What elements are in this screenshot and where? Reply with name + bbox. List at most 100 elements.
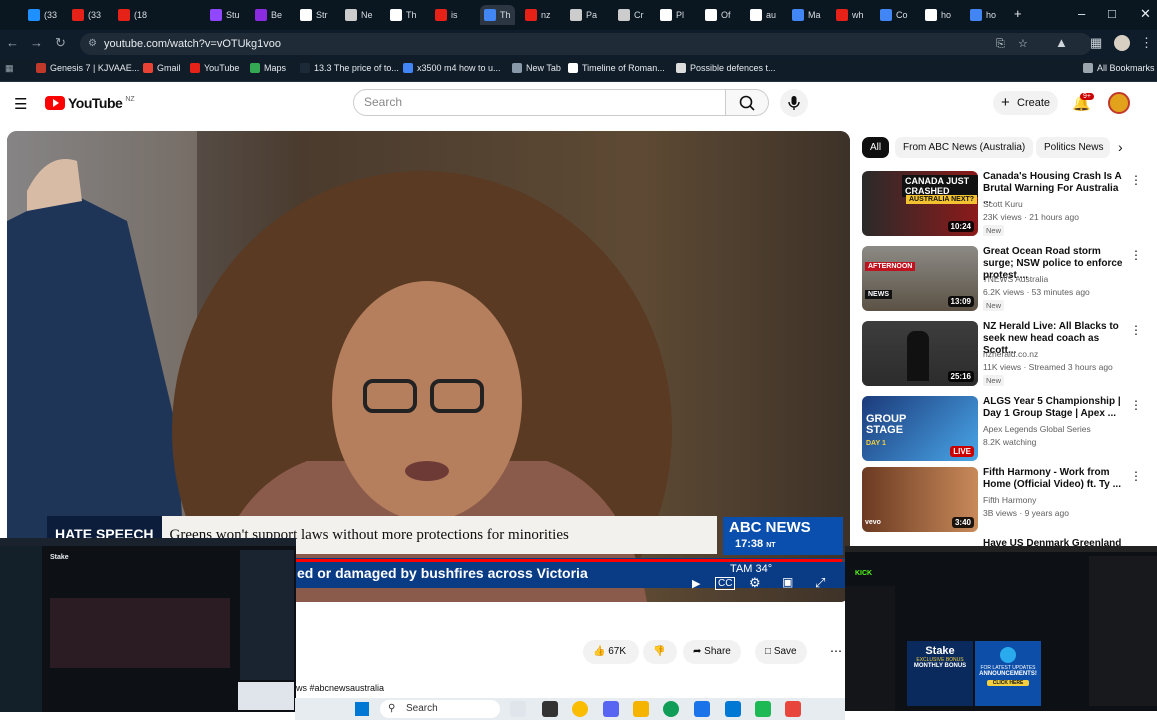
avatar[interactable] xyxy=(1108,92,1130,114)
share-icon: ➦ xyxy=(693,646,702,657)
video-player[interactable]: HATE SPEECH Greens won't support laws wi… xyxy=(7,131,850,602)
google-icon xyxy=(403,63,413,73)
minimize-icon[interactable]: – xyxy=(1078,6,1085,21)
search-input[interactable]: Search xyxy=(353,89,726,116)
bookmark-favicon-icon xyxy=(36,63,46,73)
bookmark-8[interactable]: Possible defences t... xyxy=(676,63,776,73)
list-item[interactable]: 25:16 NZ Herald Live: All Blacks to seek… xyxy=(862,321,1147,387)
reload-icon[interactable]: ↻ xyxy=(55,35,66,51)
app-icon[interactable] xyxy=(755,701,771,717)
bookmark-1[interactable]: Gmail xyxy=(143,63,181,73)
bookmark-5[interactable]: x3500 m4 how to u... xyxy=(403,63,501,73)
tab-4[interactable]: Be xyxy=(255,5,282,25)
video-thumbnail[interactable]: AFTERNOON NEWS 13:09 xyxy=(862,246,978,311)
list-item[interactable]: CANADA JUST CRASHED AUSTRALIA NEXT? 10:2… xyxy=(862,171,1147,237)
tab-1[interactable]: (33 xyxy=(72,5,101,25)
video-thumbnail[interactable]: GROUP STAGE DAY 1 LIVE xyxy=(862,396,978,461)
install-icon[interactable]: ⎘ xyxy=(996,33,1005,55)
video-thumbnail[interactable]: vevo 3:40 xyxy=(862,467,978,532)
site-info-icon[interactable]: ⚙ xyxy=(88,33,97,55)
tab-7[interactable]: Th xyxy=(390,5,417,25)
app-icon[interactable] xyxy=(603,701,619,717)
task-view-icon[interactable] xyxy=(542,701,558,717)
tab-active[interactable]: Th xyxy=(480,5,515,25)
new-tab-icon[interactable]: + xyxy=(1014,6,1022,21)
bookmark-6[interactable]: New Tab xyxy=(512,63,561,73)
autoplay-toggle-icon[interactable]: ▶ xyxy=(692,577,700,590)
youtube-logo[interactable]: YouTube NZ xyxy=(45,95,135,111)
video-thumbnail[interactable]: 25:16 xyxy=(862,321,978,386)
captions-icon[interactable]: CC xyxy=(715,577,736,590)
list-item[interactable]: vevo 3:40 Fifth Harmony - Work from Home… xyxy=(862,467,1147,533)
tab-14[interactable]: Of xyxy=(705,5,731,25)
chip-from-abc[interactable]: From ABC News (Australia) xyxy=(895,137,1034,158)
fullscreen-icon[interactable]: ⤢ xyxy=(815,575,825,591)
tab-17[interactable]: wh xyxy=(836,5,864,25)
all-bookmarks[interactable]: All Bookmarks xyxy=(1083,63,1155,73)
tab-6[interactable]: Ne xyxy=(345,5,373,25)
save-button[interactable]: □ Save xyxy=(755,640,807,664)
more-options-icon[interactable]: ⋮ xyxy=(1130,323,1142,337)
menu-icon[interactable]: ⋮ xyxy=(1140,35,1153,51)
list-item[interactable]: GROUP STAGE DAY 1 LIVE ALGS Year 5 Champ… xyxy=(862,396,1147,462)
forward-icon[interactable]: → xyxy=(30,35,43,50)
tab-15[interactable]: au xyxy=(750,5,776,25)
tab-20[interactable]: ho xyxy=(970,5,996,25)
profile-avatar[interactable] xyxy=(1114,35,1130,51)
maximize-icon[interactable]: □ xyxy=(1108,6,1116,21)
tab-0[interactable]: (33 xyxy=(28,5,57,25)
sidepanel-icon[interactable]: ▦ xyxy=(1090,35,1102,51)
more-options-icon[interactable]: ⋮ xyxy=(1130,398,1142,412)
windows-start-icon[interactable] xyxy=(355,702,369,716)
share-button[interactable]: ➦ Share xyxy=(683,640,741,664)
more-options-icon[interactable]: ⋮ xyxy=(1130,248,1142,262)
tab-10[interactable]: nz xyxy=(525,5,551,25)
tab-3[interactable]: Stu xyxy=(210,5,240,25)
close-icon[interactable]: ✕ xyxy=(1140,6,1151,22)
search-button[interactable] xyxy=(726,89,769,116)
voice-search-button[interactable] xyxy=(780,89,808,117)
bookmark-7[interactable]: Timeline of Roman... xyxy=(568,63,665,73)
tab-16[interactable]: Ma xyxy=(792,5,821,25)
more-options-icon[interactable]: ⋮ xyxy=(1130,173,1142,187)
bookmark-star-icon[interactable]: ☆ xyxy=(1018,33,1028,55)
tab-5[interactable]: Str xyxy=(300,5,328,25)
google-favicon-icon xyxy=(484,9,496,21)
chip-all[interactable]: All xyxy=(862,137,890,158)
tab-2[interactable]: (18 xyxy=(118,5,147,25)
store-icon[interactable] xyxy=(725,701,741,717)
tab-11[interactable]: Pa xyxy=(570,5,597,25)
hamburger-menu-icon[interactable]: ☰ xyxy=(14,95,27,113)
widgets-icon[interactable] xyxy=(510,701,526,717)
bookmark-2[interactable]: YouTube xyxy=(190,63,239,73)
create-button[interactable]: + Create xyxy=(993,91,1058,115)
theater-mode-icon[interactable]: ▣ xyxy=(782,575,793,589)
file-explorer-icon[interactable] xyxy=(633,701,649,717)
address-bar[interactable]: ⚙ youtube.com/watch?v=vOTUkg1voo ⎘ ☆ xyxy=(80,33,1092,55)
video-thumbnail[interactable]: CANADA JUST CRASHED AUSTRALIA NEXT? 10:2… xyxy=(862,171,978,236)
app-icon[interactable] xyxy=(785,701,801,717)
bookmark-4[interactable]: 13.3 The price of to... xyxy=(300,63,399,73)
taskbar-search[interactable]: ⚲ Search xyxy=(380,700,500,718)
bookmark-3[interactable]: Maps xyxy=(250,63,286,73)
settings-gear-icon[interactable]: ⚙ xyxy=(749,575,761,591)
back-icon[interactable]: ← xyxy=(6,35,19,50)
chevron-right-icon[interactable]: › xyxy=(1118,139,1123,155)
edge-icon[interactable] xyxy=(663,701,679,717)
like-button[interactable]: 👍 67K xyxy=(583,640,639,664)
tab-8[interactable]: is xyxy=(435,5,458,25)
chrome-icon[interactable] xyxy=(572,701,588,717)
tab-19[interactable]: ho xyxy=(925,5,951,25)
more-actions-icon[interactable]: ⋯ xyxy=(830,644,842,658)
apps-icon[interactable]: ▦ xyxy=(5,63,14,74)
tab-18[interactable]: Co xyxy=(880,5,908,25)
bookmark-0[interactable]: Genesis 7 | KJVAAE... xyxy=(36,63,139,73)
list-item[interactable]: AFTERNOON NEWS 13:09 Great Ocean Road st… xyxy=(862,246,1147,312)
dislike-button[interactable]: 👎 xyxy=(643,640,677,664)
app-icon[interactable] xyxy=(694,701,710,717)
chip-politics[interactable]: Politics News xyxy=(1036,137,1110,158)
more-options-icon[interactable]: ⋮ xyxy=(1130,469,1142,483)
extensions-icon[interactable]: ▲ xyxy=(1055,35,1068,50)
tab-13[interactable]: Pl xyxy=(660,5,684,25)
tab-12[interactable]: Cr xyxy=(618,5,644,25)
